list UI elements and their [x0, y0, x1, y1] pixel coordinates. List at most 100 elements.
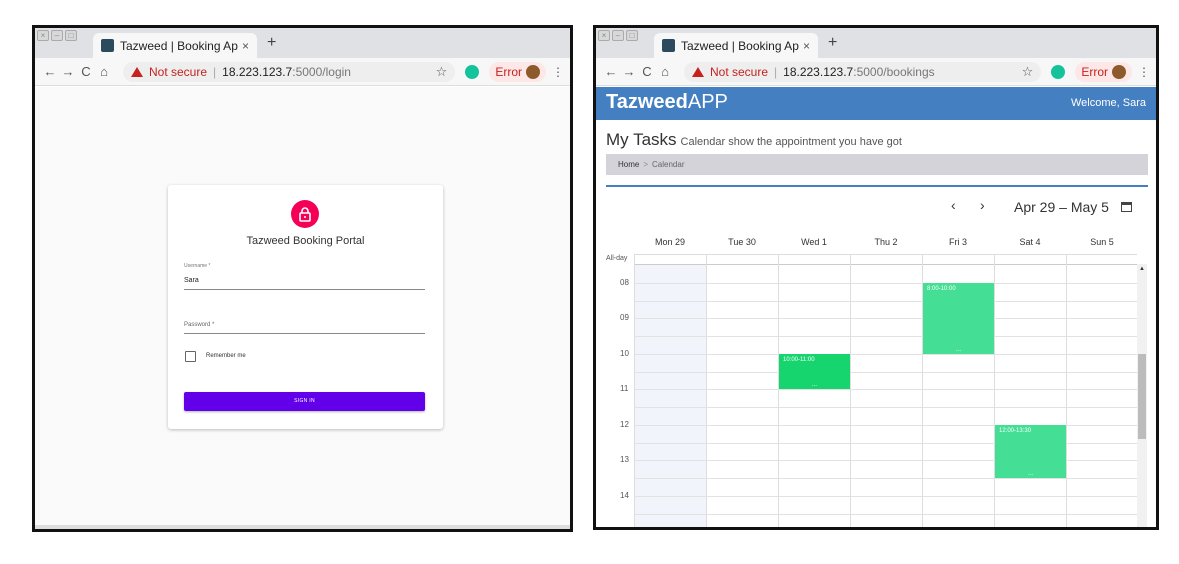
event-resize-handle[interactable]: ... — [923, 347, 994, 353]
hour-label: 14 — [620, 490, 629, 500]
hour-label: 10 — [620, 348, 629, 358]
minimize-window-icon[interactable]: – — [612, 30, 624, 41]
bookmark-star-icon[interactable]: ☆ — [1022, 64, 1034, 80]
menu-icon[interactable]: ⋮ — [552, 65, 564, 79]
minimize-window-icon[interactable]: – — [51, 30, 63, 41]
calendar-event[interactable]: 12:00-13:30... — [995, 424, 1066, 478]
tab-close-icon[interactable]: × — [803, 39, 810, 53]
error-label: Error — [495, 64, 522, 79]
login-browser-window: × – □ Tazweed | Booking App × + ← → C ⌂ … — [32, 25, 573, 532]
address-bar[interactable]: Not secure | 18.223.123.7 :5000/login ☆ — [123, 61, 456, 82]
favicon-icon — [101, 39, 114, 52]
event-resize-handle[interactable]: ... — [995, 471, 1066, 477]
profile-error-button[interactable]: Error — [1075, 61, 1132, 82]
hour-label: 09 — [620, 313, 629, 323]
time-slot-line — [634, 282, 1137, 284]
username-underline — [184, 289, 425, 290]
next-week-icon[interactable]: › — [980, 197, 985, 213]
browser-tab[interactable]: Tazweed | Booking App × — [654, 33, 818, 58]
event-time: 12:00-13:30 — [999, 427, 1032, 434]
time-slot-line — [634, 318, 1137, 320]
day-column-line — [634, 255, 635, 527]
app-header: TazweedAPP Welcome, Sara — [596, 87, 1156, 120]
avatar-icon — [526, 64, 540, 79]
new-tab-button[interactable]: + — [267, 34, 276, 52]
warning-icon — [131, 66, 143, 77]
forward-icon[interactable]: → — [59, 64, 77, 79]
breadcrumb-current: Calendar — [652, 160, 685, 169]
calendar-icon[interactable] — [1121, 202, 1132, 212]
page-title: My Tasks Calendar show the appointment yo… — [606, 130, 902, 150]
close-window-icon[interactable]: × — [598, 30, 610, 41]
maximize-window-icon[interactable]: □ — [65, 30, 77, 41]
new-tab-button[interactable]: + — [828, 34, 837, 52]
prev-week-icon[interactable]: ‹ — [951, 197, 956, 213]
password-input[interactable]: Password * — [184, 322, 214, 328]
breadcrumb-home[interactable]: Home — [618, 160, 639, 169]
browser-tab[interactable]: Tazweed | Booking App × — [93, 33, 257, 58]
day-header: Fri 3 — [949, 237, 967, 247]
calendar-browser-window: × – □ Tazweed | Booking App × + ← → C ⌂ … — [593, 25, 1159, 530]
scroll-up-icon[interactable]: ▲ — [1139, 266, 1145, 272]
time-slot-line — [634, 353, 1137, 355]
reload-icon[interactable]: C — [638, 64, 656, 79]
time-slot-line — [634, 478, 1137, 479]
url-separator: | — [774, 64, 778, 79]
app-logo[interactable]: TazweedAPP — [606, 91, 728, 114]
bookmark-star-icon[interactable]: ☆ — [436, 64, 448, 80]
username-label: Username * — [184, 263, 211, 269]
all-day-line — [634, 264, 1137, 265]
sign-in-button[interactable]: SIGN IN — [184, 392, 425, 411]
event-resize-handle[interactable]: ... — [779, 382, 850, 388]
day-header: Tue 30 — [728, 237, 756, 247]
day-header: Thu 2 — [874, 237, 898, 247]
favicon-icon — [662, 39, 675, 52]
error-label: Error — [1081, 64, 1108, 79]
tab-title: Tazweed | Booking App — [120, 38, 238, 53]
calendar-event[interactable]: 10:00-11:00... — [779, 353, 850, 390]
password-underline — [184, 333, 425, 334]
grammarly-extension-icon[interactable] — [1051, 64, 1066, 79]
home-icon[interactable]: ⌂ — [95, 64, 113, 79]
event-time: 8:00-10:00 — [927, 285, 956, 292]
breadcrumb: Home > Calendar — [606, 154, 1148, 175]
back-icon[interactable]: ← — [602, 64, 620, 79]
time-slot-line — [634, 300, 1137, 302]
time-slot-line — [634, 389, 1137, 391]
grammarly-extension-icon[interactable] — [465, 64, 480, 79]
day-column-line — [850, 255, 851, 527]
calendar-event[interactable]: 8:00-10:00... — [923, 282, 994, 354]
browser-toolbar: ← → C ⌂ Not secure | 18.223.123.7 :5000/… — [35, 58, 570, 86]
username-input[interactable]: Sara — [184, 277, 199, 284]
page-title-text: My Tasks — [606, 130, 677, 149]
profile-error-button[interactable]: Error — [489, 61, 546, 82]
vertical-scrollbar[interactable]: ▲ — [1137, 264, 1147, 527]
day-header: Mon 29 — [654, 237, 686, 247]
login-card: Tazweed Booking Portal Username * Sara P… — [168, 185, 443, 429]
scrollbar-thumb[interactable] — [1138, 354, 1146, 439]
portal-title: Tazweed Booking Portal — [246, 235, 365, 247]
date-range: Apr 29 – May 5 — [1014, 199, 1109, 215]
url-path: :5000/bookings — [853, 64, 935, 79]
time-slot-line — [634, 495, 1137, 497]
brand-rest: APP — [687, 91, 728, 113]
tab-close-icon[interactable]: × — [242, 39, 249, 53]
close-window-icon[interactable]: × — [37, 30, 49, 41]
not-secure-label: Not secure — [149, 64, 208, 79]
reload-icon[interactable]: C — [77, 64, 95, 79]
page-subtitle: Calendar show the appointment you have g… — [680, 136, 902, 148]
remember-me-checkbox[interactable] — [185, 351, 196, 362]
login-page: Tazweed Booking Portal Username * Sara P… — [35, 87, 570, 529]
maximize-window-icon[interactable]: □ — [626, 30, 638, 41]
menu-icon[interactable]: ⋮ — [1138, 65, 1150, 79]
address-bar[interactable]: Not secure | 18.223.123.7 :5000/bookings… — [684, 61, 1042, 82]
today-column-shade — [634, 265, 706, 527]
welcome-user[interactable]: Welcome, Sara — [1071, 97, 1146, 109]
window-controls: × – □ — [37, 30, 77, 41]
time-slot-line — [634, 336, 1137, 337]
home-icon[interactable]: ⌂ — [656, 64, 674, 79]
forward-icon[interactable]: → — [620, 64, 638, 79]
horizontal-scrollbar[interactable] — [35, 525, 570, 529]
day-header: Sat 4 — [1019, 237, 1041, 247]
back-icon[interactable]: ← — [41, 64, 59, 79]
